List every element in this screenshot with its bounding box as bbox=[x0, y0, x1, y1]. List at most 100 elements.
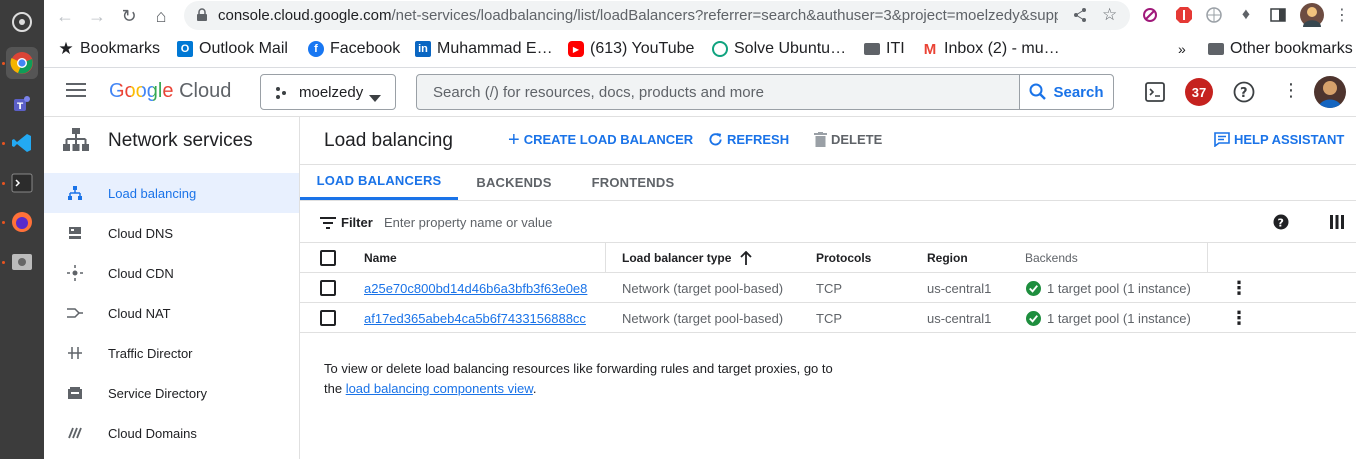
column-header-backends[interactable]: Backends bbox=[1025, 243, 1078, 273]
sidebar-item-load-balancing[interactable]: Load balancing bbox=[44, 173, 299, 213]
other-bookmarks[interactable]: Other bookmarks bbox=[1208, 39, 1353, 59]
sidebar-item-traffic-director[interactable]: Traffic Director bbox=[44, 333, 299, 373]
row-actions-icon[interactable]: ⋮ bbox=[1230, 273, 1248, 303]
account-avatar[interactable] bbox=[1314, 76, 1346, 108]
project-name: moelzedy bbox=[299, 84, 364, 101]
cell-type: Network (target pool-based) bbox=[622, 310, 784, 326]
sidebar-item-label: Cloud Domains bbox=[108, 425, 197, 441]
teams-icon[interactable]: T bbox=[6, 88, 38, 120]
sidebar-item-cloud-cdn[interactable]: Cloud CDN bbox=[44, 253, 299, 293]
bookmark-outlook[interactable]: O Outlook Mail bbox=[177, 39, 288, 59]
tab-load-balancers[interactable]: LOAD BALANCERS bbox=[300, 164, 458, 200]
home-button[interactable]: ⌂ bbox=[150, 5, 172, 27]
help-assistant-button[interactable]: HELP ASSISTANT bbox=[1214, 132, 1344, 147]
sidebar-item-cloud-nat[interactable]: Cloud NAT bbox=[44, 293, 299, 333]
cell-region: us-central1 bbox=[927, 280, 992, 296]
bookmark-inbox[interactable]: M Inbox (2) - mu… bbox=[922, 39, 1060, 59]
more-bookmarks-button[interactable]: » bbox=[1178, 39, 1186, 59]
create-label: CREATE LOAD BALANCER bbox=[523, 132, 694, 147]
forward-button[interactable]: → bbox=[86, 5, 108, 27]
plus-icon: + bbox=[508, 128, 520, 151]
google-cloud-logo[interactable]: Google Cloud bbox=[109, 80, 231, 103]
load-balancer-name-link[interactable]: a25e70c800bd14d46b6a3bfb3f63e0e8 bbox=[364, 273, 587, 303]
table-row: a25e70c800bd14d46b6a3bfb3f63e0e8 Network… bbox=[300, 273, 1356, 303]
search-icon bbox=[1029, 83, 1047, 100]
extensions-puzzle-icon[interactable]: ♦ bbox=[1236, 5, 1256, 25]
column-header-name[interactable]: Name bbox=[364, 243, 397, 273]
tab-frontends[interactable]: FRONTENDS bbox=[570, 164, 696, 200]
bookmark-linkedin[interactable]: in Muhammad E… bbox=[415, 39, 553, 59]
bookmark-label: Inbox (2) - mu… bbox=[944, 40, 1060, 57]
column-header-protocols[interactable]: Protocols bbox=[816, 243, 871, 273]
running-indicator bbox=[2, 261, 5, 264]
reload-button[interactable]: ↻ bbox=[118, 5, 140, 27]
load-balancer-name-link[interactable]: af17ed365abeb4ca5b6f7433156888cc bbox=[364, 303, 586, 333]
screenshot-icon[interactable] bbox=[6, 246, 38, 278]
info-suffix: . bbox=[532, 381, 537, 396]
cloud-shell-icon[interactable] bbox=[1145, 82, 1165, 107]
main-menu-icon[interactable] bbox=[66, 82, 86, 103]
sidebar-item-cloud-dns[interactable]: Cloud DNS bbox=[44, 213, 299, 253]
share-icon[interactable] bbox=[1072, 7, 1088, 28]
chrome-icon[interactable] bbox=[6, 47, 38, 79]
browser-chrome: ← → ↻ ⌂ console.cloud.google.com/net-ser… bbox=[44, 0, 1356, 68]
help-assistant-label: HELP ASSISTANT bbox=[1234, 132, 1345, 147]
domains-icon bbox=[64, 422, 86, 444]
column-header-type[interactable]: Load balancer type bbox=[622, 243, 753, 273]
bookmark-youtube[interactable]: ▶ (613) YouTube bbox=[568, 39, 694, 59]
url-text: console.cloud.google.com/net-services/lo… bbox=[218, 7, 1058, 24]
help-icon[interactable]: ? bbox=[1233, 81, 1255, 108]
globe-extension-icon[interactable] bbox=[1204, 5, 1224, 25]
terminal-icon[interactable] bbox=[6, 167, 38, 199]
console-search[interactable]: Search (/) for resources, docs, products… bbox=[416, 74, 1114, 110]
bookmark-solve-ubuntu[interactable]: Solve Ubuntu… bbox=[712, 39, 846, 59]
address-bar[interactable]: console.cloud.google.com/net-services/lo… bbox=[184, 1, 1130, 30]
tab-backends[interactable]: BACKENDS bbox=[458, 164, 570, 200]
components-view-link[interactable]: load balancing components view bbox=[346, 381, 533, 396]
bookmark-star-icon[interactable]: ☆ bbox=[1102, 5, 1117, 25]
svg-text:?: ? bbox=[1240, 86, 1248, 101]
column-display-icon[interactable] bbox=[1330, 215, 1344, 234]
info-line-1: To view or delete load balancing resourc… bbox=[324, 361, 833, 376]
refresh-button[interactable]: REFRESH bbox=[708, 132, 789, 147]
column-header-region[interactable]: Region bbox=[927, 243, 968, 273]
lock-icon bbox=[196, 8, 208, 27]
create-load-balancer-button[interactable]: + CREATE LOAD BALANCER bbox=[508, 128, 694, 151]
delete-button[interactable]: DELETE bbox=[814, 132, 882, 147]
notifications-badge[interactable]: 37 bbox=[1185, 78, 1213, 106]
filter-input[interactable]: Enter property name or value bbox=[384, 215, 552, 230]
row-checkbox[interactable] bbox=[320, 273, 336, 303]
adblock-icon[interactable] bbox=[1174, 5, 1194, 25]
bookmark-iti[interactable]: ITI bbox=[864, 39, 905, 59]
profile-avatar[interactable] bbox=[1300, 3, 1324, 27]
back-button[interactable]: ← bbox=[54, 5, 76, 27]
sidebar-item-service-directory[interactable]: Service Directory bbox=[44, 373, 299, 413]
svg-text:?: ? bbox=[1278, 217, 1284, 230]
running-indicator bbox=[2, 182, 5, 185]
vscode-icon[interactable] bbox=[6, 127, 38, 159]
bookmark-bookmarks[interactable]: ★ Bookmarks bbox=[58, 39, 160, 59]
search-button[interactable]: Search bbox=[1019, 75, 1113, 109]
more-options-icon[interactable]: ⋮ bbox=[1282, 80, 1300, 101]
facebook-icon: f bbox=[308, 41, 324, 57]
project-picker[interactable]: moelzedy bbox=[260, 74, 396, 110]
star-icon: ★ bbox=[58, 39, 74, 58]
bookmark-facebook[interactable]: f Facebook bbox=[308, 39, 400, 59]
firefox-icon[interactable] bbox=[6, 206, 38, 238]
table-help-icon[interactable]: ? bbox=[1273, 214, 1289, 235]
cell-backends: 1 target pool (1 instance) bbox=[1026, 303, 1191, 333]
select-all-checkbox[interactable] bbox=[320, 243, 336, 273]
block-extension-icon[interactable] bbox=[1140, 5, 1160, 25]
sort-ascending-icon bbox=[740, 251, 753, 265]
table-header-row: Name Load balancer type Protocols Region… bbox=[300, 243, 1356, 273]
row-actions-icon[interactable]: ⋮ bbox=[1230, 303, 1248, 333]
sidebar-item-label: Cloud CDN bbox=[108, 265, 174, 281]
settings-icon[interactable] bbox=[6, 6, 38, 38]
sidebar-item-cloud-domains[interactable]: Cloud Domains bbox=[44, 413, 299, 453]
chrome-menu-icon[interactable]: ⋮ bbox=[1332, 5, 1352, 25]
search-input[interactable]: Search (/) for resources, docs, products… bbox=[433, 84, 764, 101]
side-panel-icon[interactable] bbox=[1268, 5, 1288, 25]
row-checkbox[interactable] bbox=[320, 303, 336, 333]
sidebar-item-label: Cloud DNS bbox=[108, 225, 174, 241]
bookmark-label: Facebook bbox=[330, 40, 401, 57]
